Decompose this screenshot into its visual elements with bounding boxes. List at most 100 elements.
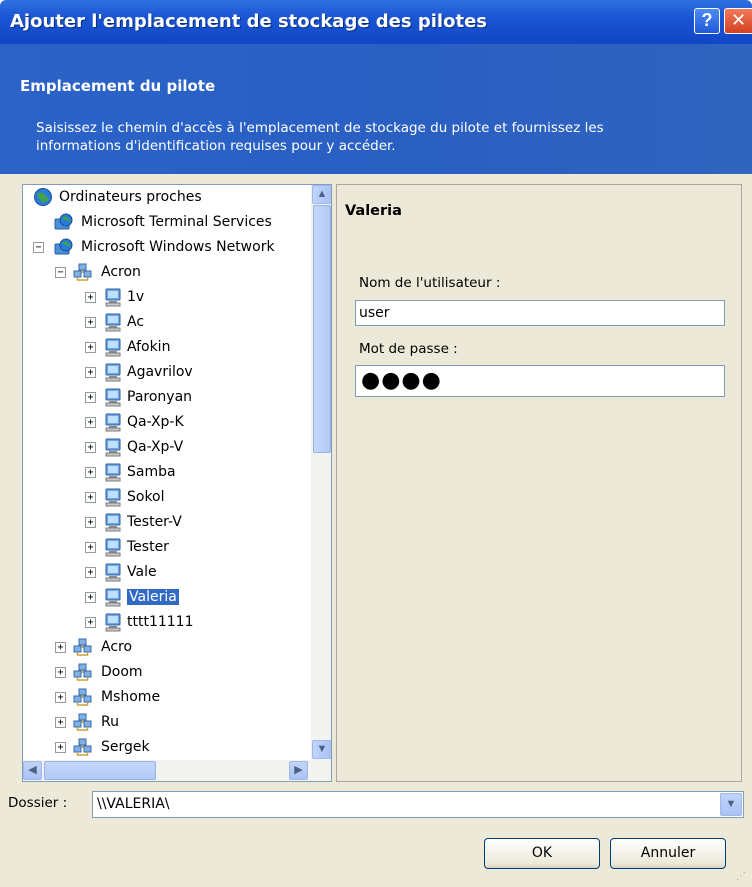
- expand-icon[interactable]: +: [85, 542, 96, 553]
- computer-icon: [103, 612, 123, 632]
- network-globe-icon: [53, 237, 73, 257]
- tree-item[interactable]: + tttt11111: [23, 610, 311, 635]
- globe-icon: [33, 187, 53, 207]
- workgroup-icon: [73, 712, 93, 732]
- workgroup-icon: [73, 262, 93, 282]
- tree-item[interactable]: + Sergek: [23, 735, 311, 760]
- chevron-down-icon[interactable]: ▼: [720, 793, 742, 816]
- expand-icon[interactable]: +: [85, 392, 96, 403]
- expand-icon[interactable]: +: [85, 417, 96, 428]
- expand-icon[interactable]: +: [85, 342, 96, 353]
- dialog-content: Ordinateurs proches Microsoft Terminal S…: [0, 174, 752, 887]
- expand-icon[interactable]: +: [85, 367, 96, 378]
- tree-item-label: Afokin: [127, 339, 171, 355]
- tree-item-label: Samba: [127, 464, 176, 480]
- computer-icon: [103, 337, 123, 357]
- computer-icon: [103, 437, 123, 457]
- expand-icon[interactable]: +: [85, 517, 96, 528]
- tree-item[interactable]: + Paronyan: [23, 385, 311, 410]
- expand-icon[interactable]: +: [85, 567, 96, 578]
- expand-icon[interactable]: +: [85, 292, 96, 303]
- expand-icon[interactable]: +: [85, 467, 96, 478]
- tree-item[interactable]: + Mshome: [23, 685, 311, 710]
- expand-icon[interactable]: +: [85, 442, 96, 453]
- expand-icon[interactable]: +: [85, 592, 96, 603]
- expand-icon[interactable]: +: [85, 317, 96, 328]
- username-label: Nom de l'utilisateur :: [359, 275, 501, 291]
- tree-horizontal-scrollbar[interactable]: ◀ ▶: [23, 760, 331, 781]
- tree-item-label: Paronyan: [127, 389, 193, 405]
- network-globe-icon: [53, 212, 73, 232]
- computer-icon: [103, 512, 123, 532]
- tree-root[interactable]: Ordinateurs proches: [23, 185, 311, 210]
- username-input[interactable]: user: [355, 300, 725, 326]
- tree-item[interactable]: + Acro: [23, 635, 311, 660]
- close-button[interactable]: ✕: [724, 8, 752, 34]
- resize-grip[interactable]: ⋰: [736, 871, 748, 883]
- scroll-left-button[interactable]: ◀: [23, 761, 42, 780]
- folder-label: Dossier :: [8, 795, 68, 811]
- computer-icon: [103, 487, 123, 507]
- tree-item[interactable]: + Ac: [23, 310, 311, 335]
- computer-icon: [103, 537, 123, 557]
- tree-item[interactable]: + Doom: [23, 660, 311, 685]
- tree-item[interactable]: − Microsoft Windows Network: [23, 235, 311, 260]
- tree-item-label: Sokol: [127, 489, 165, 505]
- title-bar[interactable]: Ajouter l'emplacement de stockage des pi…: [0, 0, 752, 44]
- tree-item[interactable]: − Acron: [23, 260, 311, 285]
- tree-item-label: Acro: [101, 639, 133, 655]
- collapse-icon[interactable]: −: [55, 267, 66, 278]
- selected-computer-title: Valeria: [345, 203, 402, 219]
- tree-item[interactable]: + Tester-V: [23, 510, 311, 535]
- tree-item-label: Qa-Xp-K: [127, 414, 184, 430]
- hscroll-thumb[interactable]: [44, 761, 156, 780]
- header-description: Saisissez le chemin d'accès à l'emplacem…: [36, 120, 604, 154]
- computer-icon: [103, 462, 123, 482]
- ok-button[interactable]: OK: [484, 838, 600, 869]
- tree-item[interactable]: + Ru: [23, 710, 311, 735]
- tree-item[interactable]: + Valeria: [23, 585, 311, 610]
- tree-item-label: Microsoft Windows Network: [81, 239, 275, 255]
- workgroup-icon: [73, 637, 93, 657]
- tree-item-label: 1v: [127, 289, 145, 305]
- scroll-up-button[interactable]: ▲: [312, 185, 331, 204]
- expand-icon[interactable]: +: [55, 692, 66, 703]
- expand-icon[interactable]: +: [85, 617, 96, 628]
- help-button[interactable]: ?: [694, 8, 720, 34]
- password-input[interactable]: ●●●●: [355, 365, 725, 397]
- tree-item-label: Microsoft Terminal Services: [81, 214, 272, 230]
- expand-icon[interactable]: +: [85, 492, 96, 503]
- expand-icon[interactable]: +: [55, 642, 66, 653]
- password-label: Mot de passe :: [359, 341, 458, 357]
- wizard-header: Emplacement du pilote Saisissez le chemi…: [0, 44, 752, 174]
- collapse-icon[interactable]: −: [33, 242, 44, 253]
- tree-item[interactable]: + Qa-Xp-V: [23, 435, 311, 460]
- tree-list[interactable]: Ordinateurs proches Microsoft Terminal S…: [23, 185, 311, 760]
- tree-item[interactable]: + Qa-Xp-K: [23, 410, 311, 435]
- tree-vertical-scrollbar[interactable]: ▲ ▼: [311, 185, 331, 760]
- tree-root-label: Ordinateurs proches: [59, 189, 202, 205]
- workgroup-icon: [73, 687, 93, 707]
- scroll-down-button[interactable]: ▼: [312, 740, 331, 759]
- workgroup-icon: [73, 737, 93, 757]
- scroll-thumb[interactable]: [313, 205, 331, 453]
- tree-item[interactable]: + Sokol: [23, 485, 311, 510]
- tree-item[interactable]: Microsoft Terminal Services: [23, 210, 311, 235]
- tree-item[interactable]: + Agavrilov: [23, 360, 311, 385]
- tree-item[interactable]: + Samba: [23, 460, 311, 485]
- tree-item-label: Agavrilov: [127, 364, 193, 380]
- tree-item-label: Valeria: [127, 589, 179, 605]
- folder-combobox[interactable]: \\VALERIA\ ▼: [92, 791, 744, 818]
- expand-icon[interactable]: +: [55, 742, 66, 753]
- expand-icon[interactable]: +: [55, 667, 66, 678]
- tree-item[interactable]: + Afokin: [23, 335, 311, 360]
- tree-item[interactable]: + Tester: [23, 535, 311, 560]
- scroll-right-button[interactable]: ▶: [289, 761, 308, 780]
- tree-item[interactable]: +1v: [23, 285, 311, 310]
- expand-icon[interactable]: +: [55, 717, 66, 728]
- folder-value: \\VALERIA\: [97, 796, 170, 812]
- tree-item[interactable]: + Vale: [23, 560, 311, 585]
- network-tree[interactable]: Ordinateurs proches Microsoft Terminal S…: [22, 184, 332, 782]
- cancel-button[interactable]: Annuler: [610, 838, 726, 869]
- tree-item-label: Vale: [127, 564, 157, 580]
